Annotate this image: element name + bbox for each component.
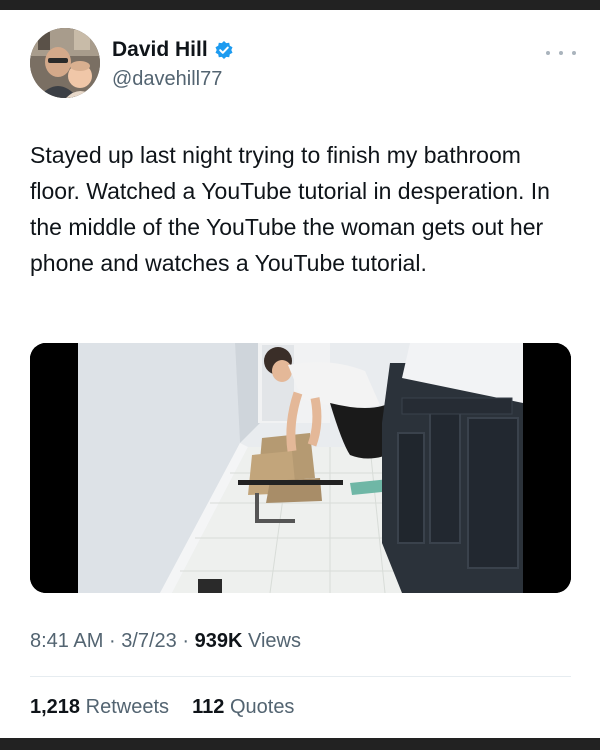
views-label: Views: [247, 630, 301, 652]
quotes-label: Quotes: [229, 696, 295, 718]
top-frame-strip: [0, 0, 600, 10]
quotes-stat[interactable]: 112 Quotes: [192, 696, 294, 718]
author-block: David Hill @davehill77: [112, 38, 234, 91]
video-thumbnail: [30, 343, 571, 593]
tweet-media-video[interactable]: [30, 343, 571, 593]
views-count: 939K: [194, 630, 243, 652]
avatar-photo: [30, 28, 100, 98]
verified-badge-icon: [214, 40, 234, 60]
display-name[interactable]: David Hill: [112, 38, 208, 62]
meta-separator: ·: [182, 630, 190, 652]
name-row: David Hill: [112, 38, 234, 62]
tweet-time[interactable]: 8:41 AM: [30, 630, 103, 652]
more-horizontal-icon[interactable]: [546, 46, 576, 60]
handle[interactable]: @davehill77: [112, 68, 234, 91]
tweet-text: Stayed up last night trying to finish my…: [30, 142, 550, 276]
tweet-meta: 8:41 AM · 3/7/23 · 939K Views: [30, 630, 301, 653]
tweet-date[interactable]: 3/7/23: [121, 630, 177, 652]
meta-separator: ·: [108, 630, 116, 652]
bottom-frame-strip: [0, 738, 600, 750]
quotes-count: 112: [192, 696, 225, 718]
tweet-card: David Hill @davehill77 Stayed up last ni…: [0, 10, 600, 738]
retweets-label: Retweets: [85, 696, 169, 718]
divider: [30, 676, 571, 677]
retweets-stat[interactable]: 1,218 Retweets: [30, 696, 175, 718]
tweet-stats: 1,218 Retweets 112 Quotes: [30, 696, 294, 719]
retweets-count: 1,218: [30, 696, 81, 718]
avatar[interactable]: [30, 28, 100, 98]
